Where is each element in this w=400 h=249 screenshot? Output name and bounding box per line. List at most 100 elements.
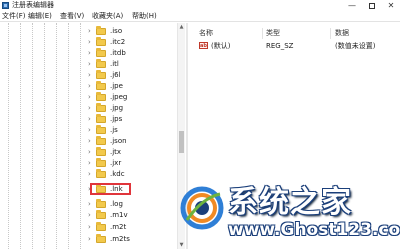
tree-item[interactable]: › .j6l [82,70,177,81]
lnk-highlight-box [90,183,131,195]
minimize-button[interactable]: — [342,0,362,11]
menu-view[interactable]: 查看(V) [60,12,84,21]
tree-guide-line [8,23,9,249]
tree-guide-line [32,23,33,249]
value-name: (默认) [211,42,231,50]
tree-item-label: .j6l [110,71,121,79]
tree-item-label: .jxr [110,159,122,167]
tree-guide-line [56,23,57,249]
value-row-default[interactable]: ab (默认) REG_SZ (数值未设置) [188,40,400,52]
tree-item[interactable]: › .itdb [82,48,177,59]
tree-item-label: .m2ts [110,235,130,243]
tree-guide-line [80,23,81,249]
chevron-right-icon[interactable]: › [88,27,91,36]
chevron-right-icon[interactable]: › [88,235,91,244]
registry-tree[interactable]: › .iso › .itc2 › .itdb › .itl › .j6l › .… [0,23,184,249]
string-value-icon: ab [199,42,208,49]
tree-item-label: .jtx [110,148,122,156]
tree-item[interactable]: › .json [82,136,177,147]
folder-icon [96,92,106,101]
menu-help[interactable]: 帮助(H) [132,12,157,21]
chevron-right-icon[interactable]: › [88,211,91,220]
tree-item-label: .log [110,200,123,208]
chevron-right-icon[interactable]: › [88,200,91,209]
tree-item[interactable]: › .log [82,199,177,210]
tree-item-label: .m1v [110,211,128,219]
chevron-right-icon[interactable]: › [88,223,91,232]
chevron-right-icon[interactable]: › [88,159,91,168]
chevron-right-icon[interactable]: › [88,82,91,91]
tree-item-label: .js [110,126,118,134]
watermark-url: www.Ghost123.com [228,220,400,240]
tree-item[interactable]: › .itc2 [82,37,177,48]
tree-guide-line [68,23,69,249]
maximize-icon [369,2,375,9]
value-data: (数值未设置) [335,42,376,50]
chevron-right-icon[interactable]: › [88,49,91,58]
menu-edit[interactable]: 编辑(E) [28,12,52,21]
folder-icon [96,158,106,167]
folder-icon [96,70,106,79]
tree-item-label: .jpeg [110,93,128,101]
chevron-right-icon[interactable]: › [88,38,91,47]
folder-icon [96,81,106,90]
chevron-right-icon[interactable]: › [88,148,91,157]
tree-item-label: .itc2 [110,38,126,46]
folder-icon [96,125,106,134]
tree-item[interactable]: › .m2t [82,222,177,233]
scroll-down-arrow-icon[interactable]: ▼ [178,241,185,249]
tree-item[interactable]: › .jpe [82,81,177,92]
column-header-name[interactable]: 名称 [199,29,213,38]
tree-item-label: .jpg [110,104,124,112]
chevron-right-icon[interactable]: › [88,170,91,179]
column-header-type[interactable]: 类型 [266,29,280,38]
column-separator[interactable] [330,28,331,39]
menu-favorites[interactable]: 收藏夹(A) [92,12,123,21]
folder-icon [96,26,106,35]
chevron-right-icon[interactable]: › [88,60,91,69]
tree-item[interactable]: › .iso [82,26,177,37]
value-type: REG_SZ [266,42,294,50]
regedit-app-icon [2,2,9,9]
folder-icon [96,37,106,46]
scrollbar-thumb[interactable] [179,131,184,153]
folder-icon [96,48,106,57]
tree-guide-line [44,23,45,249]
tree-item[interactable]: › .kdc [82,169,177,180]
title-bar: 注册表编辑器 — ✕ [0,0,400,11]
tree-item[interactable]: › .m2ts [82,234,177,245]
chevron-right-icon[interactable]: › [88,126,91,135]
tree-item[interactable]: › .jtx [82,147,177,158]
tree-item-label: .itdb [110,49,126,57]
close-button[interactable]: ✕ [381,0,400,11]
tree-item[interactable]: › .jxr [82,158,177,169]
tree-guide-line [20,23,21,249]
tree-item-label: .itl [110,60,119,68]
tree-item[interactable]: › .jpeg [82,92,177,103]
folder-icon [96,210,106,219]
chevron-right-icon[interactable]: › [88,93,91,102]
folder-icon [96,59,106,68]
menu-file[interactable]: 文件(F) [2,12,26,21]
chevron-right-icon[interactable]: › [88,104,91,113]
folder-icon [96,169,106,178]
folder-icon [96,147,106,156]
folder-icon [96,103,106,112]
chevron-right-icon[interactable]: › [88,115,91,124]
folder-icon [96,114,106,123]
tree-item-label: .kdc [110,170,125,178]
tree-item[interactable]: › .jpg [82,103,177,114]
maximize-button[interactable] [362,0,382,11]
tree-item-label: .jpe [110,82,123,90]
tree-item[interactable]: › .jps [82,114,177,125]
tree-item-label: .iso [110,27,123,35]
tree-item[interactable]: › .js [82,125,177,136]
tree-item[interactable]: › .itl [82,59,177,70]
chevron-right-icon[interactable]: › [88,137,91,146]
tree-item[interactable]: › .m1v [82,210,177,221]
chevron-right-icon[interactable]: › [88,71,91,80]
scroll-up-arrow-icon[interactable]: ▲ [178,23,185,31]
folder-icon [96,136,106,145]
column-header-data[interactable]: 数据 [335,29,349,38]
column-separator[interactable] [262,28,263,39]
